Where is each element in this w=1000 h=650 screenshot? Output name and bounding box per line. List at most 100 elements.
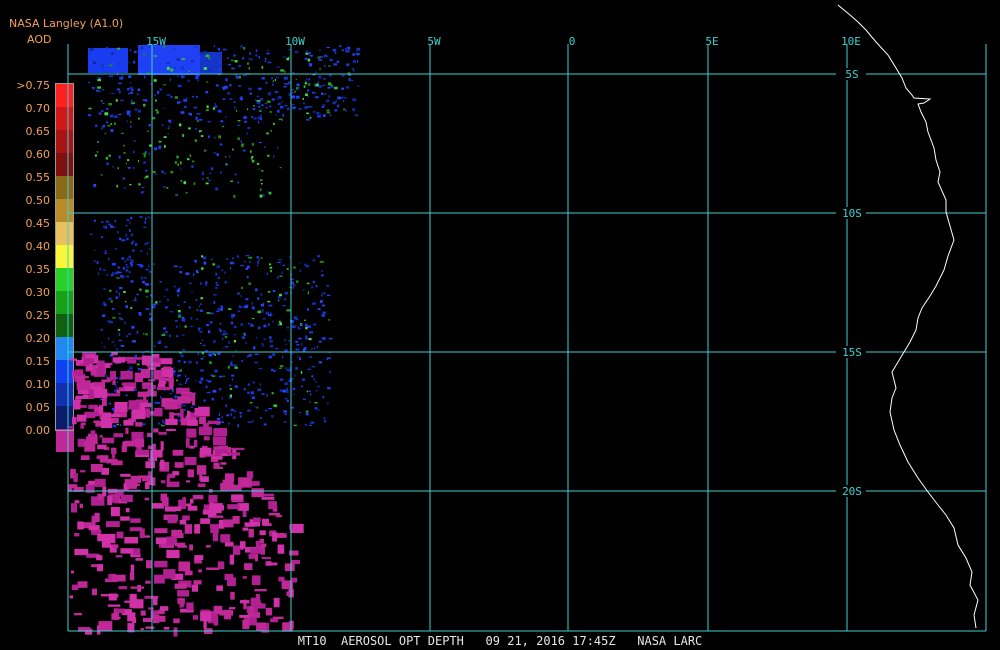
aod-pixel xyxy=(182,134,185,137)
aod-pixel xyxy=(322,311,326,315)
aod-pixel xyxy=(278,259,283,261)
aod-pixel xyxy=(119,424,122,426)
aod-pixel xyxy=(120,548,134,554)
aod-pixel xyxy=(190,113,192,116)
aod-pixel xyxy=(197,79,199,82)
aod-pixel xyxy=(191,59,194,62)
aod-pixel xyxy=(328,337,333,340)
aod-pixel xyxy=(229,155,231,158)
aod-pixel xyxy=(224,281,227,284)
aod-pixel xyxy=(77,581,88,588)
aod-pixel xyxy=(250,391,254,395)
aod-pixel xyxy=(356,50,358,52)
aod-pixel xyxy=(196,318,198,320)
aod-pixel xyxy=(248,58,250,60)
aod-pixel xyxy=(257,264,259,267)
aod-pixel xyxy=(158,340,162,343)
aod-pixel xyxy=(118,155,121,159)
aod-pixel xyxy=(337,104,340,108)
aod-pixel xyxy=(130,92,133,94)
aod-pixel xyxy=(315,96,319,99)
aod-pixel xyxy=(206,312,211,314)
aod-pixel xyxy=(296,280,299,283)
aod-pixel xyxy=(306,390,308,393)
aod-pixel xyxy=(107,604,121,607)
aod-pixel xyxy=(154,147,158,151)
aod-pixel xyxy=(242,619,250,630)
aod-pixel xyxy=(328,83,333,87)
aod-pixel xyxy=(274,90,279,93)
aod-pixel xyxy=(175,325,178,328)
aod-pixel xyxy=(200,611,212,622)
aod-pixel xyxy=(200,377,204,381)
aod-pixel xyxy=(167,516,177,524)
aod-pixel xyxy=(198,305,200,308)
aod-pixel xyxy=(145,461,155,469)
aod-pixel xyxy=(234,366,238,369)
aod-pixel xyxy=(71,503,77,513)
aod-pixel xyxy=(271,415,274,418)
aod-pixel xyxy=(197,483,206,488)
aod-pixel xyxy=(97,141,99,143)
aod-pixel xyxy=(107,495,113,506)
aod-pixel xyxy=(191,584,198,592)
aod-pixel xyxy=(183,99,188,102)
aod-pixel xyxy=(224,346,229,348)
aod-pixel xyxy=(208,135,211,138)
aod-pixel xyxy=(334,52,337,54)
aod-pixel xyxy=(132,150,135,154)
aod-pixel xyxy=(148,264,150,268)
aod-pixel xyxy=(251,156,254,158)
aod-pixel xyxy=(218,135,221,139)
aod-pixel xyxy=(133,166,135,170)
aod-pixel xyxy=(156,91,160,94)
aod-pixel xyxy=(282,305,286,307)
aod-pixel xyxy=(284,105,288,107)
aod-pixel xyxy=(241,286,243,289)
aod-pixel xyxy=(150,453,157,462)
aod-pixel xyxy=(147,216,150,219)
aod-pixel xyxy=(154,407,163,417)
aod-pixel xyxy=(145,289,149,293)
aod-pixel xyxy=(102,301,106,305)
aod-pixel xyxy=(93,86,95,90)
aod-pixel xyxy=(149,270,152,273)
aod-pixel xyxy=(122,266,125,270)
aod-pixel xyxy=(198,118,203,121)
aod-pixel xyxy=(176,58,180,61)
aod-pixel xyxy=(263,317,266,320)
aod-pixel xyxy=(135,558,144,561)
aod-pixel xyxy=(155,173,158,175)
aod-pixel xyxy=(353,70,355,72)
aod-pixel xyxy=(184,105,187,108)
aod-pixel xyxy=(284,298,286,301)
aod-pixel xyxy=(306,112,309,115)
aod-pixel xyxy=(157,401,161,405)
aod-pixel xyxy=(273,404,278,408)
aod-pixel xyxy=(117,113,122,115)
aod-pixel xyxy=(219,375,223,378)
aod-pixel xyxy=(259,98,264,101)
aod-pixel xyxy=(249,52,251,55)
aod-pixel xyxy=(268,314,272,317)
aod-pixel xyxy=(273,155,275,158)
aod-pixel xyxy=(223,609,232,620)
aod-pixel xyxy=(205,385,208,389)
aod-pixel xyxy=(213,428,227,436)
aod-pixel xyxy=(214,105,218,108)
aod-pixel xyxy=(284,70,286,73)
aod-pixel xyxy=(297,355,299,358)
aod-pixel xyxy=(228,341,230,344)
aod-pixel xyxy=(200,297,203,300)
aod-pixel xyxy=(303,85,306,88)
aod-pixel xyxy=(233,340,236,343)
aod-pixel xyxy=(277,66,280,68)
aod-pixel xyxy=(185,381,187,384)
aod-pixel xyxy=(91,564,100,568)
aod-pixel xyxy=(250,158,253,160)
aod-pixel xyxy=(186,97,188,99)
aod-pixel xyxy=(327,387,331,390)
aod-pixel xyxy=(241,336,246,339)
aod-pixel xyxy=(208,353,212,357)
aod-pixel xyxy=(98,621,113,631)
